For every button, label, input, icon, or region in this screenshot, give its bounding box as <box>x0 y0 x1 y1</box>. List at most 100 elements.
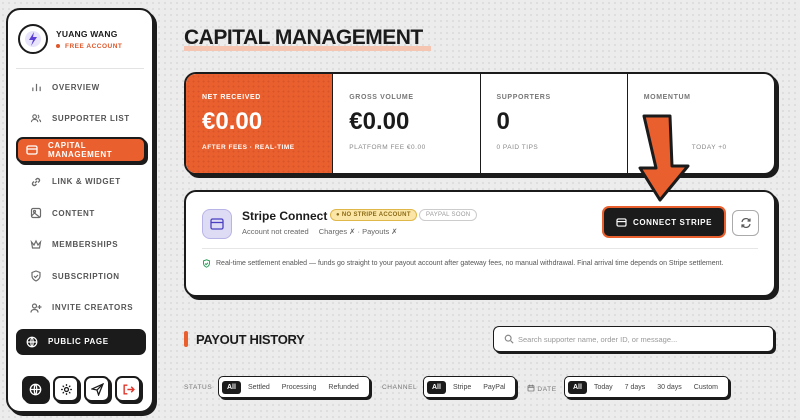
paypal-soon-badge: PAYPAL SOON <box>419 209 478 221</box>
sidebar: YUANG WANG FREE ACCOUNT OVERVIEW SUPPORT… <box>6 8 154 413</box>
plan-text: FREE ACCOUNT <box>65 42 123 50</box>
sidebar-item-memberships[interactable]: MEMBERSHIPS <box>16 232 146 258</box>
crown-icon <box>30 239 42 251</box>
section-marker <box>184 331 188 347</box>
status-label: STATUS <box>184 384 213 391</box>
settings-button[interactable] <box>53 376 79 402</box>
status-option-refunded[interactable]: Refunded <box>323 381 363 394</box>
card-icon <box>616 217 627 227</box>
stat-label: GROSS VOLUME <box>349 94 414 101</box>
sidebar-item-label: CONTENT <box>52 208 95 218</box>
stat-value: €0.00 <box>202 108 263 135</box>
date-option-30-days[interactable]: 30 days <box>652 381 687 394</box>
refresh-button[interactable] <box>732 210 759 236</box>
stat-sub: TODAY +0 <box>691 144 727 151</box>
search-icon <box>504 334 514 344</box>
user-plus-icon <box>30 302 42 314</box>
plan-label: FREE ACCOUNT <box>56 43 122 50</box>
page-title: CAPITAL MANAGEMENT <box>184 26 423 49</box>
stripe-title: Stripe Connect <box>242 209 328 223</box>
stripe-connect-card: Stripe Connect ● NO STRIPE ACCOUNT PAYPA… <box>184 190 776 297</box>
sidebar-nav: OVERVIEW SUPPORTER LIST CAPITAL MANAGEME… <box>16 74 146 360</box>
sidebar-item-label: CAPITAL MANAGEMENT <box>48 141 113 159</box>
channel-option-all[interactable]: All <box>427 380 446 394</box>
avatar-logo-icon <box>25 31 41 47</box>
logout-button[interactable] <box>115 376 141 402</box>
sidebar-item-label: SUBSCRIPTION <box>52 271 120 281</box>
badge-text: NO STRIPE ACCOUNT <box>341 212 411 218</box>
channel-option-paypal[interactable]: PayPal <box>478 381 510 394</box>
send-button[interactable] <box>84 376 110 402</box>
stat-value: €0.00 <box>349 108 410 135</box>
settlement-note: Real-time settlement enabled — funds go … <box>216 260 724 267</box>
shield-check-icon <box>30 270 42 282</box>
status-option-processing[interactable]: Processing <box>277 381 322 394</box>
globe-icon <box>29 383 41 395</box>
sidebar-item-label: SUPPORTER LIST <box>52 114 130 123</box>
credit-card-icon <box>26 144 38 156</box>
divider <box>16 68 144 69</box>
public-page-button[interactable]: PUBLIC PAGE <box>16 328 146 355</box>
sidebar-item-label: INVITE CREATORS <box>52 303 134 312</box>
plan-dot-icon <box>56 44 60 48</box>
sidebar-item-capital-management[interactable]: CAPITAL MANAGEMENT <box>16 137 146 163</box>
status-option-all[interactable]: All <box>222 380 241 394</box>
connect-stripe-button[interactable]: CONNECT STRIPE <box>604 208 724 236</box>
stat-label: MOMENTUM <box>643 94 691 101</box>
shield-check-icon <box>203 259 210 268</box>
sidebar-item-label: OVERVIEW <box>52 82 100 92</box>
search-box <box>493 326 774 352</box>
link-icon <box>30 176 42 188</box>
sidebar-item-invite-creators[interactable]: INVITE CREATORS <box>16 295 146 321</box>
date-label-text: DATE <box>537 386 557 393</box>
globe-button[interactable] <box>22 376 48 402</box>
sidebar-item-subscription[interactable]: SUBSCRIPTION <box>16 263 146 289</box>
date-option-7-days[interactable]: 7 days <box>620 381 651 394</box>
date-filter: All Today 7 days 30 days Custom <box>564 376 729 398</box>
calendar-icon <box>527 384 535 392</box>
connect-label: CONNECT STRIPE <box>632 217 713 227</box>
channel-option-stripe[interactable]: Stripe <box>448 381 476 394</box>
channel-label: CHANNEL <box>382 384 418 391</box>
bar-chart-icon <box>30 81 42 93</box>
date-option-custom[interactable]: Custom <box>689 381 723 394</box>
account-status: Account not created <box>242 227 309 236</box>
stripe-card-icon <box>202 209 232 239</box>
status-filter: All Settled Processing Refunded <box>218 376 370 398</box>
date-label: DATE <box>527 384 557 393</box>
refresh-icon <box>740 218 751 228</box>
settings-icon <box>60 383 72 395</box>
status-option-settled[interactable]: Settled <box>243 381 275 394</box>
capability-status: Charges ✗ · Payouts ✗ <box>318 227 398 236</box>
sidebar-item-content[interactable]: CONTENT <box>16 200 146 226</box>
stat-sub: 0 PAID TIPS <box>496 144 539 151</box>
profile[interactable]: YUANG WANG FREE ACCOUNT <box>18 24 122 54</box>
globe-icon <box>26 336 38 348</box>
channel-filter: All Stripe PayPal <box>423 376 517 398</box>
stat-gross-volume: GROSS VOLUME €0.00 PLATFORM FEE €0.00 <box>332 74 479 173</box>
stat-sub: PLATFORM FEE €0.00 <box>349 144 426 151</box>
users-icon <box>30 113 42 125</box>
sidebar-item-overview[interactable]: OVERVIEW <box>16 74 146 100</box>
date-option-all[interactable]: All <box>568 380 587 394</box>
stat-sub: AFTER FEES · REAL-TIME <box>202 144 295 151</box>
user-name: YUANG WANG <box>56 28 118 39</box>
stat-label: SUPPORTERS <box>496 94 551 101</box>
stat-supporters: SUPPORTERS 0 0 PAID TIPS <box>479 74 627 173</box>
search-input[interactable] <box>518 331 768 347</box>
stat-value: 0 <box>496 108 510 135</box>
avatar[interactable] <box>18 24 48 54</box>
stat-net-received: NET RECEIVED €0.00 AFTER FEES · REAL-TIM… <box>186 74 333 173</box>
date-option-today[interactable]: Today <box>589 381 618 394</box>
sidebar-item-supporter-list[interactable]: SUPPORTER LIST <box>16 106 146 132</box>
public-page-label: PUBLIC PAGE <box>48 337 109 346</box>
sidebar-item-link-widget[interactable]: LINK & WIDGET <box>16 169 146 195</box>
sidebar-bottom-actions <box>22 376 146 402</box>
stat-label: NET RECEIVED <box>202 94 261 101</box>
send-icon <box>90 382 104 396</box>
image-icon <box>30 207 42 219</box>
arrow-down-icon <box>638 114 690 202</box>
sidebar-item-label: LINK & WIDGET <box>52 177 121 186</box>
logout-icon <box>122 383 135 395</box>
stripe-status: Account not created Charges ✗ · Payouts ✗ <box>242 227 398 236</box>
